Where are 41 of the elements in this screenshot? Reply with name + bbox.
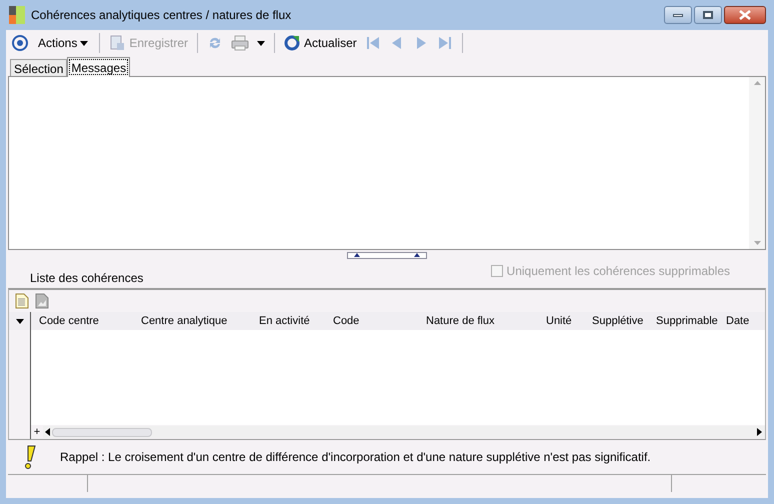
column-header[interactable]: Code centre: [31, 312, 133, 330]
column-header[interactable]: En activité: [251, 312, 325, 330]
left-arrow-icon[interactable]: [45, 428, 50, 436]
maximize-button[interactable]: [694, 6, 722, 24]
printer-icon: [231, 35, 250, 51]
reminder-note: Rappel : Le croisement d'un centre de différence d'incorporation et d'une nature supplétive n'est pas significatif.: [60, 449, 651, 466]
close-icon: [739, 10, 751, 20]
column-header[interactable]: Supprimable: [648, 312, 718, 330]
image-document-icon[interactable]: [35, 293, 49, 309]
column-header[interactable]: Centre analytique: [133, 312, 251, 330]
tab[interactable]: Sélection: [10, 59, 68, 76]
last-icon: [436, 35, 453, 51]
window-title: Cohérences analytiques centres / natures de flux: [31, 7, 292, 24]
caret-icon: [80, 40, 88, 46]
column-header[interactable]: Nature de flux: [418, 312, 538, 330]
new-document-icon[interactable]: [15, 293, 29, 309]
toolbar-button[interactable]: [10, 32, 30, 54]
caret-icon: [16, 318, 24, 324]
document-icon: [109, 35, 126, 51]
column-header[interactable]: Supplétive: [584, 312, 648, 330]
toolbar-button[interactable]: Actualiser: [282, 32, 359, 54]
down-arrow-icon: [754, 241, 760, 245]
actions-menu[interactable]: Actions: [34, 32, 92, 54]
list-title: Liste des cohérences: [30, 270, 144, 287]
refresh-icon: [284, 35, 300, 51]
right-arrow-icon[interactable]: [757, 428, 762, 436]
close-button[interactable]: [724, 6, 766, 24]
column-header[interactable]: Code: [325, 312, 418, 330]
splitter-handle[interactable]: [347, 252, 427, 258]
exclamation-icon: [24, 445, 36, 469]
column-header[interactable]: Unité: [538, 312, 584, 330]
minimize-button[interactable]: [664, 6, 692, 24]
horizontal-scrollbar[interactable]: [43, 426, 765, 438]
app-icon: [9, 6, 25, 24]
column-header[interactable]: Date: [718, 312, 752, 330]
target-icon: [12, 35, 28, 51]
up-arrow-icon: [754, 81, 760, 85]
add-row-button[interactable]: +: [31, 425, 43, 439]
caret-icon: [257, 40, 266, 46]
first-icon: [364, 35, 381, 51]
tab[interactable]: Messages: [67, 57, 130, 77]
